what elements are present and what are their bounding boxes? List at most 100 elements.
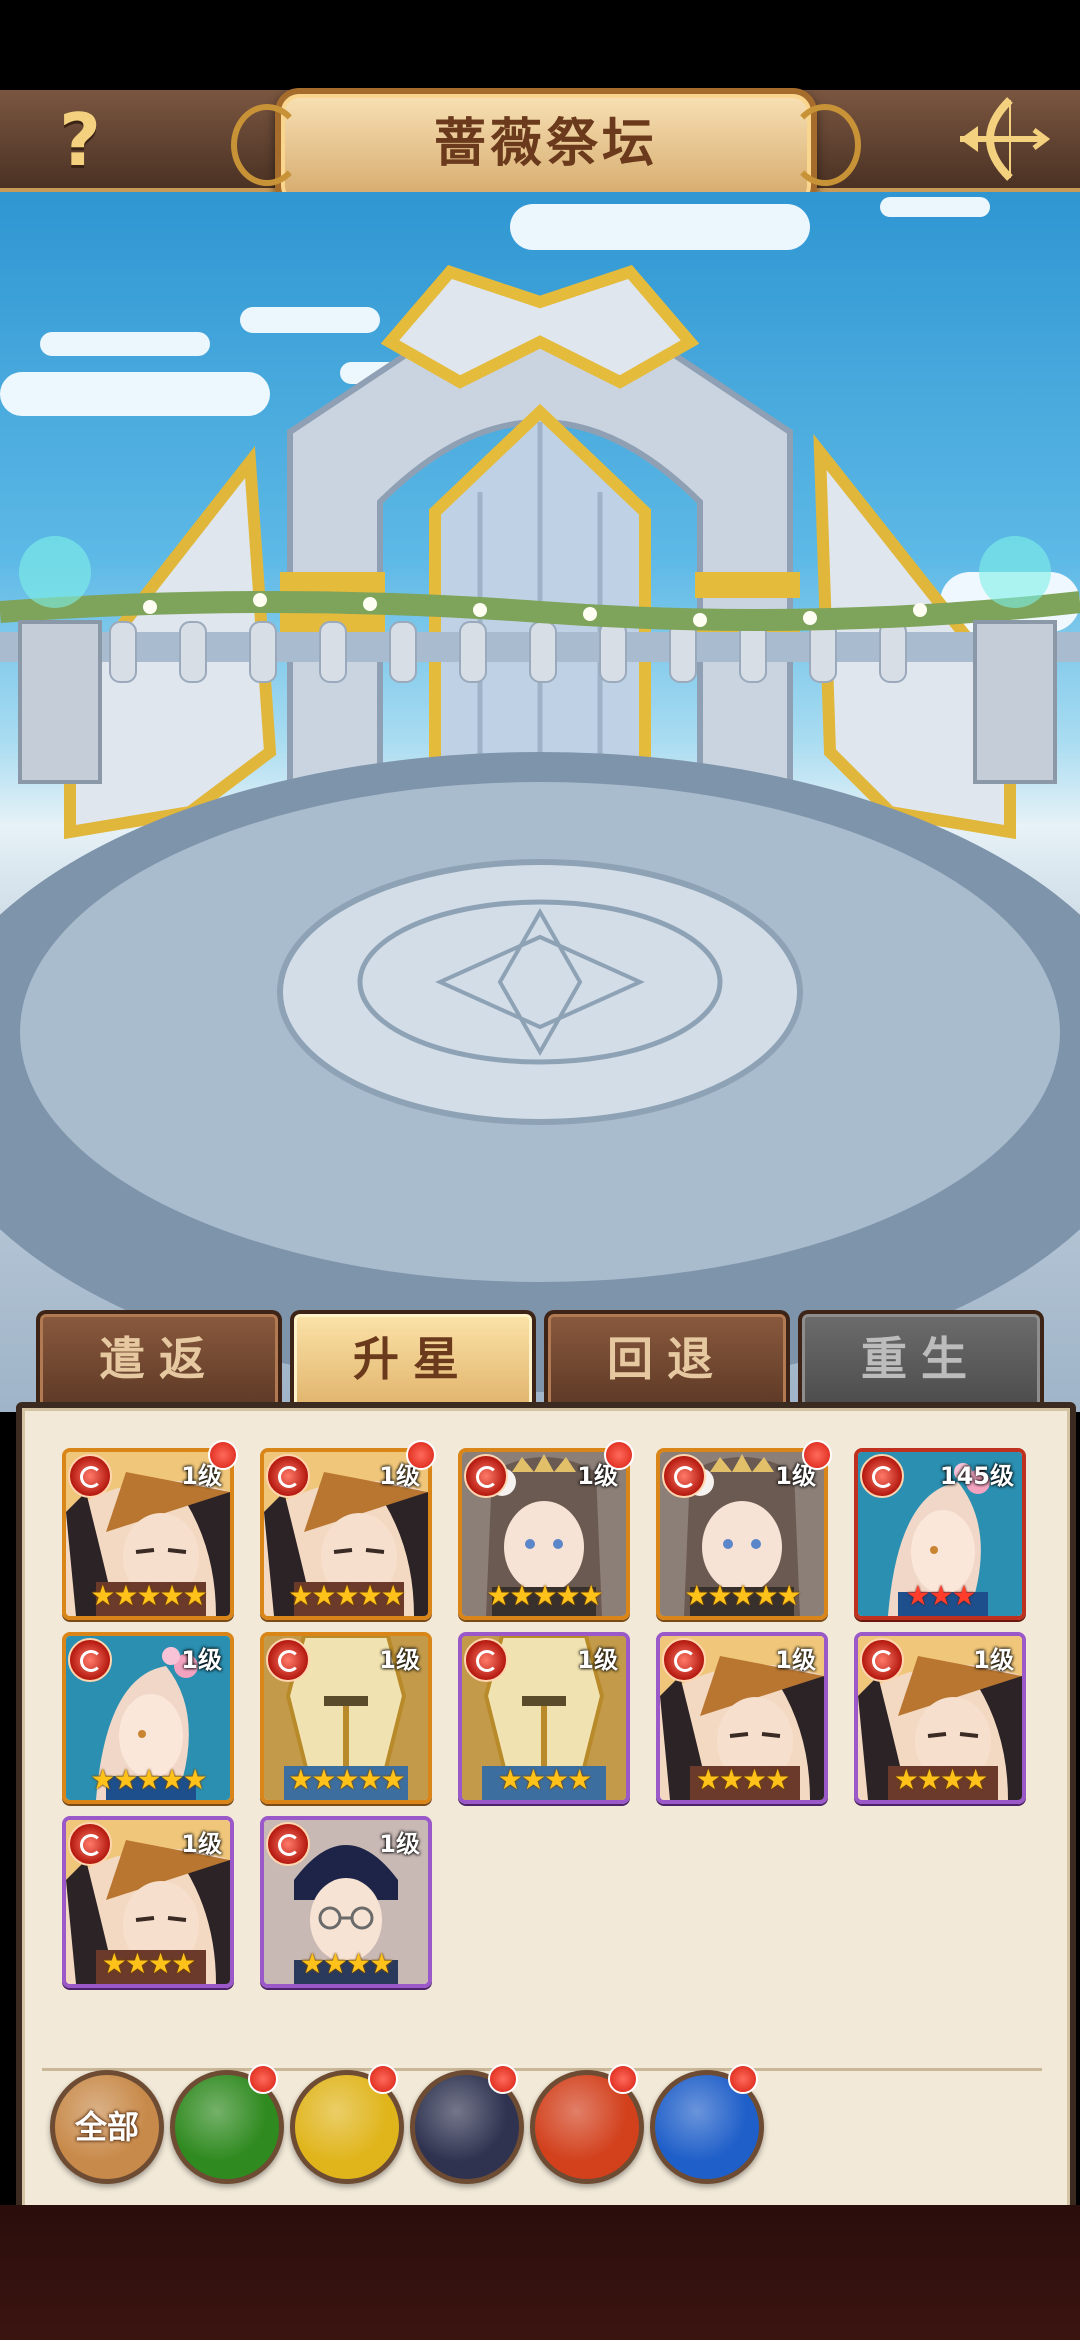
star-icon: ★	[113, 1579, 138, 1612]
filter-all-filter-button[interactable]: 全部	[50, 2070, 164, 2184]
notification-dot	[488, 2064, 518, 2094]
star-icon: ★	[299, 1947, 325, 1980]
star-rating: ★★★★★	[264, 1582, 428, 1610]
page-title: 蔷薇祭坛	[433, 113, 658, 174]
star-icon: ★	[532, 1579, 557, 1612]
star-icon: ★	[544, 1763, 569, 1796]
red-faction-icon	[464, 1454, 508, 1498]
red-faction-icon	[464, 1638, 508, 1682]
hero-level: 1级	[181, 1830, 222, 1858]
notification-dot	[208, 1440, 238, 1470]
star-icon: ★	[951, 1579, 977, 1612]
hero-level: 1级	[577, 1646, 618, 1674]
star-icon: ★	[334, 1579, 359, 1612]
star-icon: ★	[916, 1763, 942, 1796]
star-icon: ★	[311, 1579, 336, 1612]
bow-arrow-back-icon	[960, 97, 1051, 181]
help-button[interactable]: ?	[40, 100, 120, 180]
hero-card[interactable]: 1级 ★★★★★	[260, 1632, 432, 1804]
star-icon: ★	[707, 1579, 732, 1612]
star-icon: ★	[159, 1579, 185, 1612]
star-icon: ★	[497, 1763, 523, 1796]
star-icon: ★	[357, 1579, 383, 1612]
star-icon: ★	[555, 1579, 581, 1612]
hero-level: 1级	[379, 1646, 420, 1674]
star-icon: ★	[730, 1579, 755, 1612]
hero-level: 1级	[973, 1646, 1014, 1674]
red-faction-icon	[68, 1454, 112, 1498]
star-icon: ★	[718, 1763, 744, 1796]
hero-card[interactable]: 1级 ★★★★★	[62, 1632, 234, 1804]
top-bar: ? 蔷薇祭坛	[0, 88, 1080, 210]
notification-dot	[368, 2064, 398, 2094]
star-icon: ★	[905, 1579, 930, 1612]
star-icon: ★	[334, 1763, 359, 1796]
hero-grid: 1级 ★★★★★ 1级 ★★★★★ 1级 ★★★★★ 1级 ★★★★★ 145级 ★★★ 1级 ★★★…	[62, 1440, 1062, 2008]
star-rating: ★★★★	[660, 1766, 824, 1794]
faction-filter-bar: 全部	[50, 2064, 810, 2190]
red-faction-icon	[68, 1822, 112, 1866]
star-icon: ★	[776, 1579, 802, 1612]
notification-dot	[604, 1440, 634, 1470]
back-button[interactable]	[950, 90, 1051, 188]
hero-card[interactable]: 1级 ★★★★	[854, 1632, 1026, 1804]
notification-dot	[728, 2064, 758, 2094]
hero-card[interactable]: 1级 ★★★★	[656, 1632, 828, 1804]
hero-card[interactable]: 1级 ★★★★	[458, 1632, 630, 1804]
star-icon: ★	[578, 1579, 604, 1612]
star-rating: ★★★★	[858, 1766, 1022, 1794]
tab-dismiss[interactable]: 遣返	[36, 1310, 282, 1410]
star-icon: ★	[753, 1579, 779, 1612]
red-faction-icon	[266, 1822, 310, 1866]
tab-bar: 遣返 升星 回退 重生	[0, 1310, 1080, 1410]
star-icon: ★	[380, 1579, 406, 1612]
hero-card[interactable]: 1级 ★★★★	[260, 1816, 432, 1988]
star-rating: ★★★★★	[66, 1766, 230, 1794]
star-rating: ★★★★★	[66, 1582, 230, 1610]
hero-card[interactable]: 1级 ★★★★	[62, 1816, 234, 1988]
red-faction-icon	[662, 1638, 706, 1682]
tab-star-up[interactable]: 升星	[290, 1310, 536, 1410]
bottom-background	[0, 2205, 1080, 2340]
hero-card[interactable]: 1级 ★★★★★	[62, 1448, 234, 1620]
star-icon: ★	[288, 1579, 313, 1612]
star-icon: ★	[148, 1947, 173, 1980]
hero-card[interactable]: 1级 ★★★★★	[260, 1448, 432, 1620]
notification-dot	[802, 1440, 832, 1470]
notification-dot	[248, 2064, 278, 2094]
star-rating: ★★★★★	[660, 1582, 824, 1610]
star-icon: ★	[288, 1763, 313, 1796]
star-icon: ★	[136, 1579, 161, 1612]
hero-card[interactable]: 1级 ★★★★★	[458, 1448, 630, 1620]
star-icon: ★	[182, 1763, 208, 1796]
star-rating: ★★★★	[264, 1950, 428, 1978]
hero-card[interactable]: 1级 ★★★★★	[656, 1448, 828, 1620]
star-rating: ★★★★	[66, 1950, 230, 1978]
star-icon: ★	[311, 1763, 336, 1796]
star-icon: ★	[171, 1947, 196, 1980]
star-icon: ★	[90, 1579, 115, 1612]
tab-rebirth[interactable]: 重生	[798, 1310, 1044, 1410]
hero-level: 1级	[775, 1646, 816, 1674]
star-icon: ★	[940, 1763, 965, 1796]
tab-revert[interactable]: 回退	[544, 1310, 790, 1410]
star-icon: ★	[346, 1947, 371, 1980]
red-faction-icon	[662, 1454, 706, 1498]
hero-level: 1级	[181, 1646, 222, 1674]
red-faction-icon	[68, 1638, 112, 1682]
red-faction-icon	[860, 1638, 904, 1682]
star-icon: ★	[182, 1579, 208, 1612]
star-icon: ★	[893, 1763, 919, 1796]
star-icon: ★	[486, 1579, 511, 1612]
star-icon: ★	[124, 1947, 150, 1980]
notification-dot	[406, 1440, 436, 1470]
star-icon: ★	[90, 1763, 115, 1796]
red-faction-icon	[860, 1454, 904, 1498]
star-icon: ★	[928, 1579, 953, 1612]
hero-card[interactable]: 145级 ★★★	[854, 1448, 1026, 1620]
star-icon: ★	[963, 1763, 988, 1796]
all-filter-icon: 全部	[74, 2108, 139, 2146]
star-icon: ★	[159, 1763, 185, 1796]
star-icon: ★	[509, 1579, 534, 1612]
hero-level: 145级	[939, 1462, 1014, 1490]
